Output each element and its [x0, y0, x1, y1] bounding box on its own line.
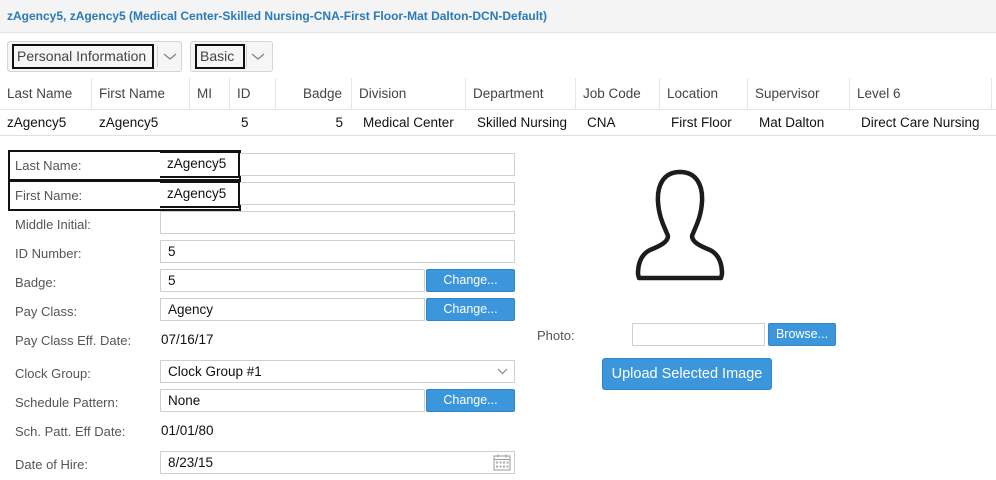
badge-label: Badge: — [15, 275, 57, 290]
view-dropdown[interactable]: Basic — [190, 41, 273, 72]
cell-mi — [190, 110, 230, 136]
col-header-location[interactable]: Location — [660, 78, 748, 110]
first-name-input[interactable]: zAgency5 — [160, 181, 240, 208]
cell-last-name: zAgency5 — [7, 115, 67, 130]
cell-division: Medical Center — [363, 115, 454, 130]
cell-badge: 5 — [335, 115, 343, 130]
col-header-id[interactable]: ID — [230, 78, 276, 110]
col-header-department[interactable]: Department — [466, 78, 576, 110]
pay-class-eff-date-value: 07/16/17 — [161, 332, 214, 347]
photo-label: Photo: — [537, 328, 575, 343]
col-header-badge[interactable]: Badge — [276, 78, 352, 110]
col-header-mi[interactable]: MI — [190, 78, 230, 110]
chevron-down-icon[interactable] — [163, 52, 177, 61]
cell-department: Skilled Nursing — [477, 115, 568, 130]
clock-group-value: Clock Group #1 — [168, 364, 262, 379]
pay-class-input[interactable]: Agency — [160, 298, 425, 321]
last-name-input[interactable]: zAgency5 — [160, 151, 240, 178]
section-dropdown-value: Personal Information — [12, 44, 154, 69]
employee-grid-header: Last Name First Name MI ID Badge Divisio… — [0, 78, 996, 110]
clock-group-select[interactable]: Clock Group #1 — [160, 360, 515, 383]
photo-file-input[interactable] — [632, 323, 765, 346]
cell-location: First Floor — [671, 115, 732, 130]
cell-level-6: Direct Care Nursing — [861, 115, 980, 130]
section-dropdown[interactable]: Personal Information — [7, 41, 182, 72]
view-dropdown-value: Basic — [195, 44, 245, 69]
date-of-hire-label: Date of Hire: — [15, 457, 88, 472]
chevron-down-icon — [497, 368, 508, 375]
middle-initial-label: Middle Initial: — [15, 217, 91, 232]
sch-patt-eff-date-value: 01/01/80 — [161, 423, 214, 438]
title-bar: zAgency5, zAgency5 (Medical Center-Skill… — [0, 0, 996, 33]
upload-selected-image-button[interactable]: Upload Selected Image — [602, 358, 772, 390]
schedule-pattern-change-button[interactable]: Change... — [426, 389, 515, 412]
cell-supervisor: Mat Dalton — [759, 115, 825, 130]
first-name-field-tail[interactable] — [239, 182, 515, 205]
page-title: zAgency5, zAgency5 (Medical Center-Skill… — [7, 9, 548, 23]
col-header-last-name[interactable]: Last Name — [0, 78, 92, 110]
col-header-job-code[interactable]: Job Code — [576, 78, 660, 110]
schedule-pattern-label: Schedule Pattern: — [15, 395, 119, 410]
pay-class-label: Pay Class: — [15, 304, 78, 319]
last-name-field-tail[interactable] — [239, 153, 515, 176]
id-number-input[interactable]: 5 — [160, 240, 515, 263]
cell-first-name: zAgency5 — [99, 115, 159, 130]
cell-id: 5 — [241, 115, 249, 130]
pay-class-eff-date-label: Pay Class Eff. Date: — [15, 333, 132, 348]
browse-button[interactable]: Browse... — [768, 323, 836, 346]
pay-class-change-button[interactable]: Change... — [426, 298, 515, 321]
clock-group-label: Clock Group: — [15, 366, 91, 381]
middle-initial-input[interactable] — [160, 211, 515, 234]
table-row[interactable]: zAgency5 zAgency5 5 5 Medical Center Ski… — [0, 110, 996, 136]
badge-input[interactable]: 5 — [160, 269, 425, 292]
col-header-first-name[interactable]: First Name — [92, 78, 190, 110]
col-header-division[interactable]: Division — [352, 78, 466, 110]
sch-patt-eff-date-label: Sch. Patt. Eff Date: — [15, 424, 126, 439]
chevron-down-icon[interactable] — [251, 52, 265, 61]
first-name-label: First Name: — [15, 188, 83, 203]
id-number-label: ID Number: — [15, 246, 82, 261]
last-name-label: Last Name: — [15, 158, 82, 173]
col-header-level-6[interactable]: Level 6 — [850, 78, 992, 110]
badge-change-button[interactable]: Change... — [426, 269, 515, 292]
cell-job-code: CNA — [587, 115, 616, 130]
user-silhouette-icon — [635, 169, 725, 281]
calendar-icon[interactable] — [493, 454, 511, 471]
schedule-pattern-input[interactable]: None — [160, 389, 425, 412]
col-header-supervisor[interactable]: Supervisor — [748, 78, 850, 110]
date-of-hire-input[interactable]: 8/23/15 — [160, 451, 515, 474]
date-of-hire-value: 8/23/15 — [168, 455, 214, 470]
